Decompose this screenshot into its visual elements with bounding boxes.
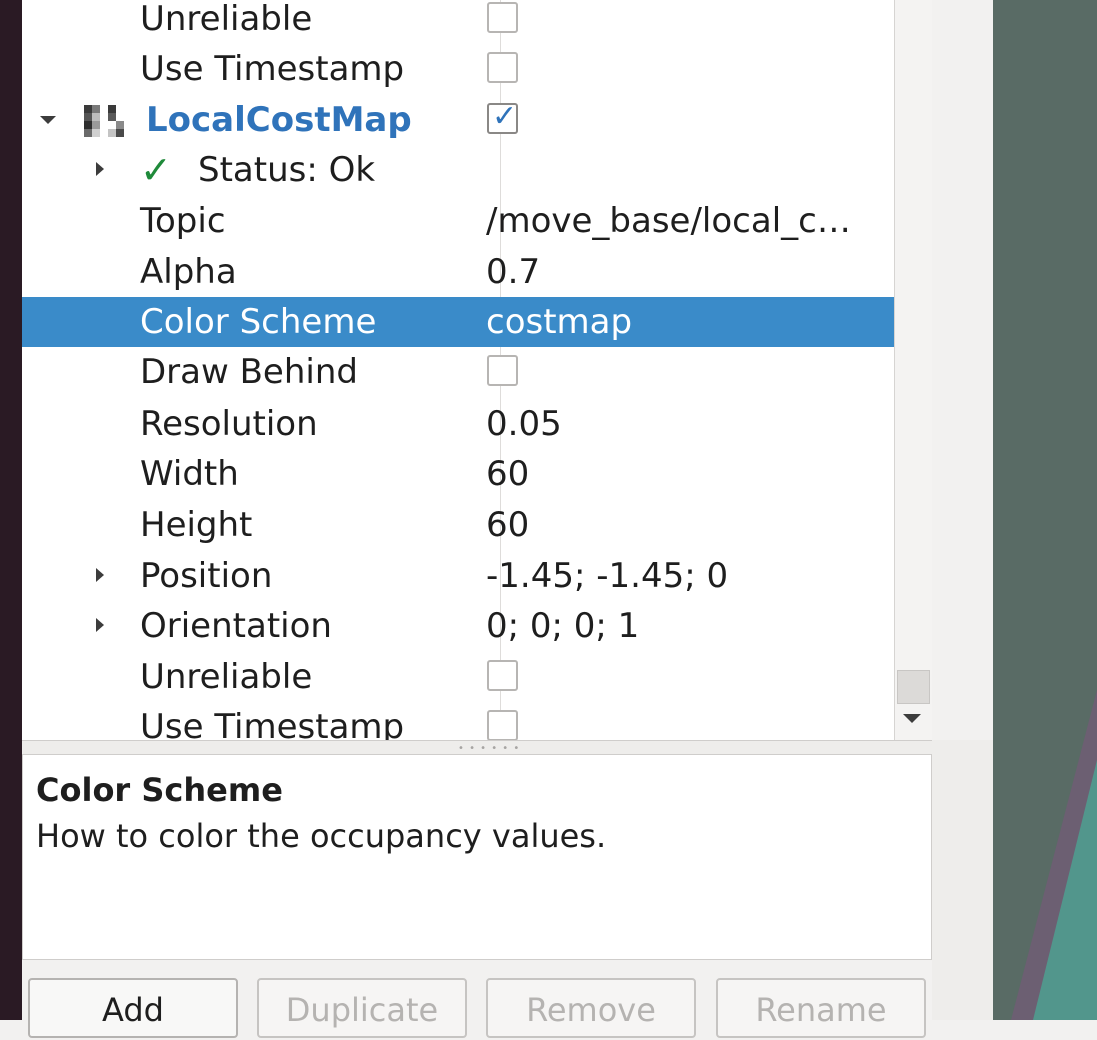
tree-row-unreliable-2[interactable]: Unreliable bbox=[22, 652, 894, 702]
draw-behind-checkbox[interactable] bbox=[487, 355, 518, 386]
remove-button[interactable]: Remove bbox=[486, 978, 696, 1038]
tree-row-topic[interactable]: Topic /move_base/local_c… bbox=[22, 196, 894, 246]
property-name: Alpha bbox=[140, 252, 237, 292]
scrollbar-thumb[interactable] bbox=[897, 670, 930, 704]
orientation-value[interactable]: 0; 0; 0; 1 bbox=[486, 601, 639, 651]
localcostmap-enabled-checkbox[interactable] bbox=[487, 99, 518, 134]
unreliable-checkbox[interactable] bbox=[487, 2, 518, 33]
desktop-shape-graphic bbox=[1011, 690, 1097, 1020]
tree-row-use-timestamp[interactable]: Use Timestamp bbox=[22, 44, 894, 94]
tree-row-position[interactable]: Position -1.45; -1.45; 0 bbox=[22, 551, 894, 601]
vertical-scrollbar[interactable] bbox=[894, 0, 932, 740]
property-name: Unreliable bbox=[140, 657, 313, 697]
tree-row-alpha[interactable]: Alpha 0.7 bbox=[22, 247, 894, 297]
property-name: Draw Behind bbox=[140, 352, 358, 392]
tree-row-unreliable[interactable]: Unreliable bbox=[22, 0, 894, 44]
property-name: Resolution bbox=[140, 404, 318, 444]
use-timestamp-checkbox[interactable] bbox=[487, 52, 518, 83]
tree-row-status[interactable]: ✓ Status: Ok bbox=[22, 145, 894, 195]
rename-button[interactable]: Rename bbox=[716, 978, 926, 1038]
tree-row-resolution[interactable]: Resolution 0.05 bbox=[22, 399, 894, 449]
property-name: Color Scheme bbox=[140, 302, 377, 342]
tree-row-width[interactable]: Width 60 bbox=[22, 449, 894, 499]
add-button[interactable]: Add bbox=[28, 978, 238, 1038]
expand-arrow-icon[interactable] bbox=[96, 568, 104, 582]
property-name: Position bbox=[140, 556, 273, 596]
unreliable-checkbox[interactable] bbox=[487, 660, 518, 691]
tree-row-height[interactable]: Height 60 bbox=[22, 500, 894, 550]
tree-row-localcostmap[interactable]: LocalCostMap bbox=[22, 95, 894, 145]
width-value[interactable]: 60 bbox=[486, 449, 529, 499]
window-left-edge bbox=[0, 0, 22, 1020]
costmap-grid-icon bbox=[84, 105, 124, 137]
property-name: Height bbox=[140, 505, 253, 545]
topic-value[interactable]: /move_base/local_c… bbox=[486, 196, 851, 246]
description-title: Color Scheme bbox=[36, 771, 283, 809]
checkmark-icon: ✓ bbox=[140, 148, 172, 192]
property-name: Use Timestamp bbox=[140, 49, 405, 89]
resolution-value[interactable]: 0.05 bbox=[486, 399, 562, 449]
status-label: Status: Ok bbox=[198, 150, 376, 190]
property-name: Width bbox=[140, 454, 239, 494]
collapse-arrow-icon[interactable] bbox=[40, 116, 56, 124]
property-name: Use Timestamp bbox=[140, 707, 405, 740]
tree-row-orientation[interactable]: Orientation 0; 0; 0; 1 bbox=[22, 601, 894, 651]
display-name: LocalCostMap bbox=[146, 100, 412, 140]
duplicate-button[interactable]: Duplicate bbox=[257, 978, 467, 1038]
expand-arrow-icon[interactable] bbox=[96, 618, 104, 632]
color-scheme-value[interactable]: costmap bbox=[486, 297, 632, 347]
scroll-down-arrow-icon[interactable] bbox=[903, 714, 921, 723]
property-name: Orientation bbox=[140, 606, 332, 646]
property-description-panel: Color Scheme How to color the occupancy … bbox=[22, 754, 932, 960]
tree-row-use-timestamp-2[interactable]: Use Timestamp bbox=[22, 702, 894, 740]
alpha-value[interactable]: 0.7 bbox=[486, 247, 540, 297]
property-name: Topic bbox=[140, 201, 226, 241]
height-value[interactable]: 60 bbox=[486, 500, 529, 550]
use-timestamp-checkbox[interactable] bbox=[487, 710, 518, 740]
displays-tree[interactable]: Unreliable Use Timestamp LocalCostMap ✓ … bbox=[22, 0, 894, 740]
property-name: Unreliable bbox=[140, 0, 313, 39]
panel-right-margin bbox=[932, 740, 993, 1020]
expand-arrow-icon[interactable] bbox=[96, 162, 104, 176]
tree-row-draw-behind[interactable]: Draw Behind bbox=[22, 347, 894, 397]
position-value[interactable]: -1.45; -1.45; 0 bbox=[486, 551, 728, 601]
desktop-background bbox=[993, 0, 1097, 1020]
tree-row-color-scheme[interactable]: Color Scheme costmap bbox=[22, 297, 894, 347]
splitter-grip-icon[interactable]: • • • • • • bbox=[458, 743, 520, 754]
description-text: How to color the occupancy values. bbox=[36, 817, 607, 855]
panel-splitter[interactable]: • • • • • • bbox=[22, 740, 932, 755]
